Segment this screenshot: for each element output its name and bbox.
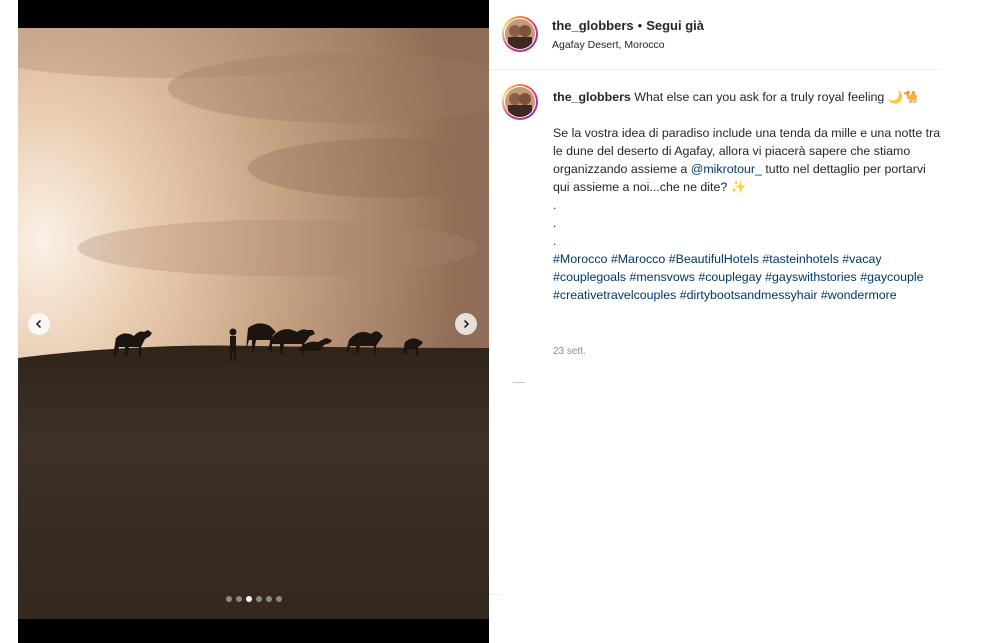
post-caption: the_globbers What else can you ask for a…: [553, 88, 943, 304]
carousel-dot: [265, 596, 272, 602]
carousel-dot: [235, 596, 242, 602]
hashtags[interactable]: #Morocco #Marocco #BeautifulHotels #tast…: [553, 250, 943, 304]
caption-dot: .: [553, 234, 557, 248]
mention-link[interactable]: @mikrotour_: [691, 162, 762, 176]
carousel-dot: [255, 596, 262, 602]
divider: [489, 594, 501, 595]
chevron-left-icon: [35, 319, 42, 329]
desert-camels-photo: [18, 28, 489, 619]
post-media: [18, 0, 489, 643]
caption-dot: .: [553, 198, 557, 212]
carousel-dot: [275, 596, 282, 602]
header-separator: •: [637, 18, 643, 33]
carousel-dot: [225, 596, 232, 602]
avatar[interactable]: [502, 16, 538, 52]
carousel-dot-active: [245, 596, 252, 602]
divider: [513, 382, 525, 383]
profile-photo-icon: [505, 19, 535, 49]
previous-photo-button[interactable]: [28, 313, 50, 335]
carousel-indicator: [18, 596, 489, 602]
follow-status-button[interactable]: Segui già: [646, 18, 704, 33]
profile-photo-icon: [505, 87, 535, 117]
caption-username[interactable]: the_globbers: [553, 90, 631, 104]
post-header: the_globbers • Segui già Agafay Desert, Mo…: [489, 0, 942, 70]
caption-dot: .: [553, 216, 557, 230]
header-username[interactable]: the_globbers: [552, 18, 634, 33]
next-photo-button[interactable]: [455, 313, 477, 335]
chevron-right-icon: [463, 319, 470, 329]
caption-title: What else can you ask for a truly royal …: [634, 90, 919, 104]
caption-avatar[interactable]: [502, 84, 538, 120]
post-photo: [18, 28, 489, 619]
post-details-panel: the_globbers • Segui già Agafay Desert, Mo…: [489, 0, 942, 643]
post-timestamp[interactable]: 23 sett.: [553, 346, 586, 357]
post-location[interactable]: Agafay Desert, Morocco: [552, 39, 665, 51]
